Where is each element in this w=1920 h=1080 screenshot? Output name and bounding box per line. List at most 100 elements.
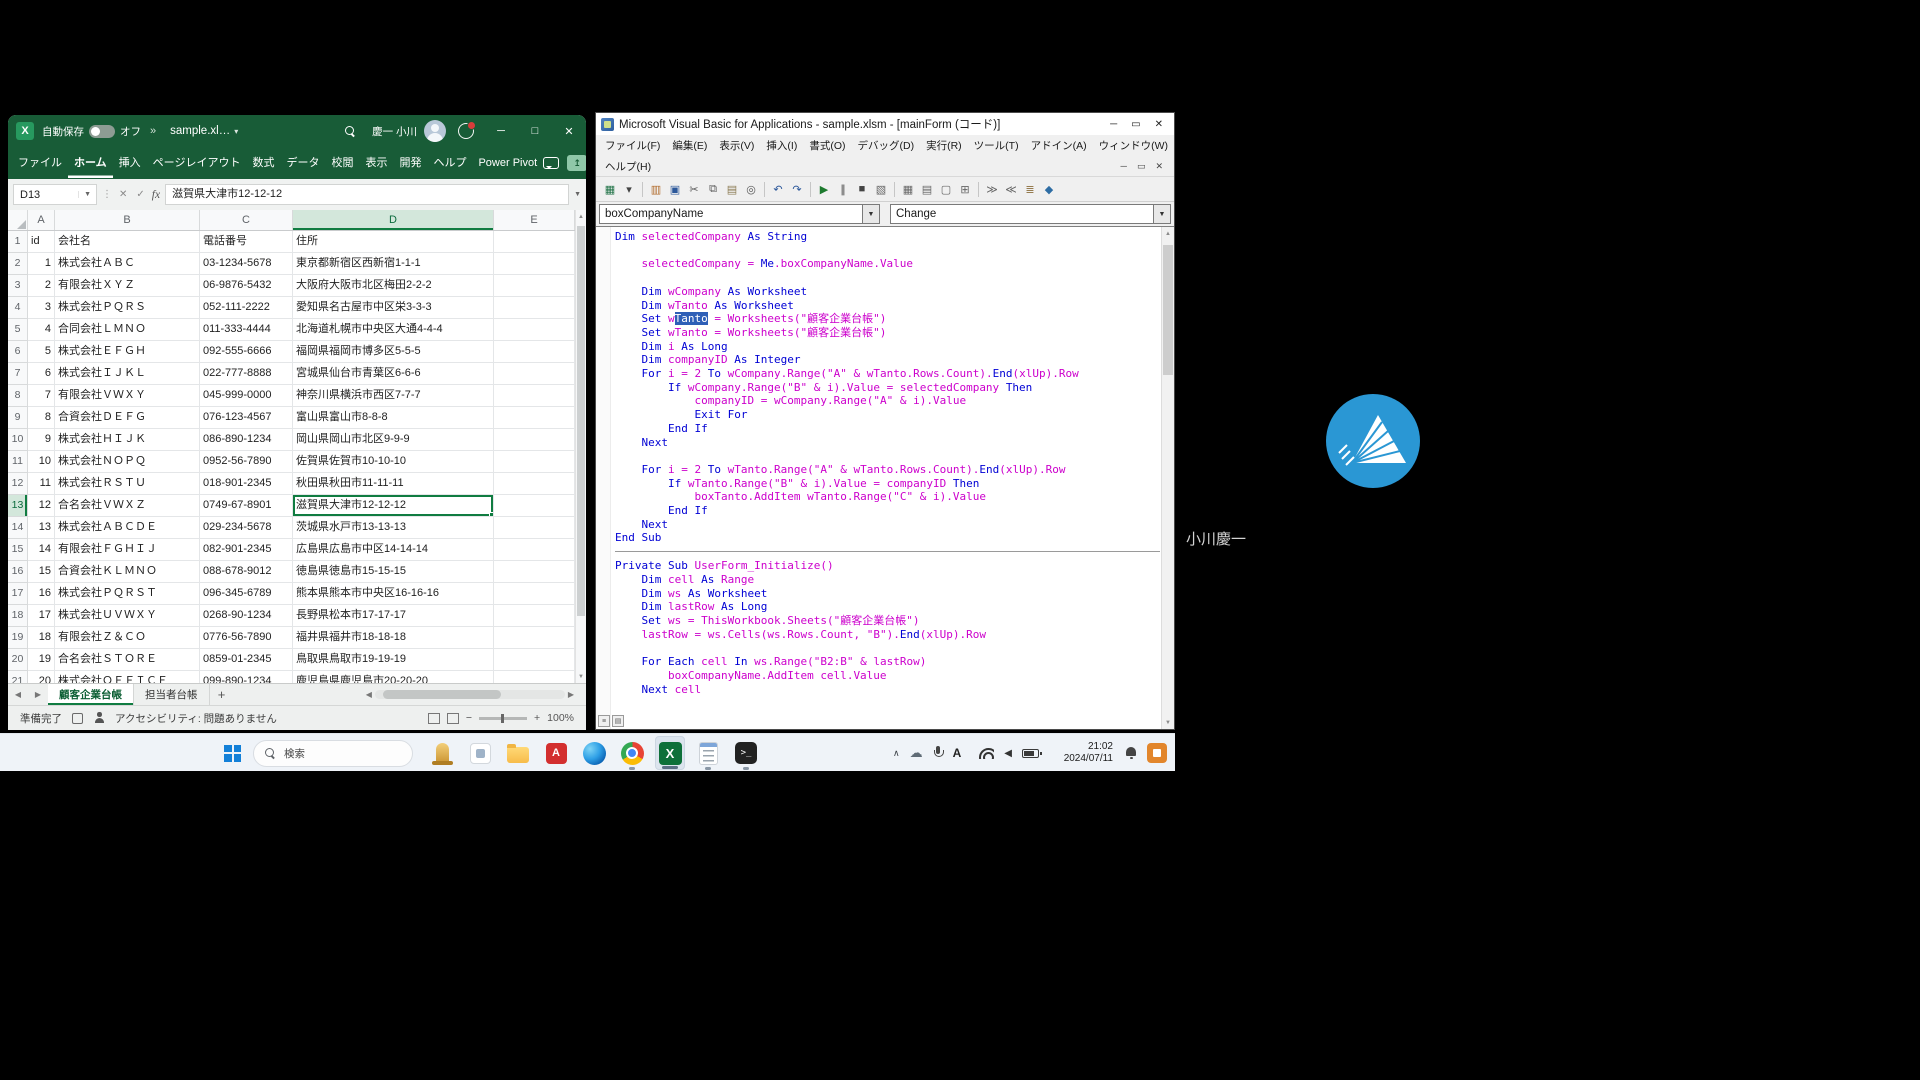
start-button[interactable] [224, 745, 241, 762]
vba-scroll-down-icon[interactable]: ▼ [1162, 716, 1174, 729]
zoom-level[interactable]: 100% [547, 712, 574, 724]
child-restore-icon[interactable]: ▭ [1137, 161, 1146, 172]
vba-maximize-button[interactable]: ▭ [1131, 119, 1140, 130]
vba-menu-item-9[interactable]: ウィンドウ(W) [1093, 138, 1174, 153]
sheet-tab-0[interactable]: 顧客企業台帳 [48, 684, 134, 705]
paste-icon[interactable]: ▤ [723, 180, 741, 198]
cell-C2[interactable]: 03-1234-5678 [200, 253, 293, 275]
edge-icon[interactable] [579, 736, 609, 770]
column-header-E[interactable]: E [494, 210, 575, 230]
cell-B15[interactable]: 有限会社ＦＧＨＩＪ [55, 539, 200, 561]
cell-A18[interactable]: 17 [28, 605, 55, 627]
cell-D13[interactable]: 滋賀県大津市12-12-12 [293, 495, 494, 517]
cell-A1[interactable]: id [28, 231, 55, 253]
row-header-14[interactable]: 14 [8, 517, 28, 539]
cell-C19[interactable]: 0776-56-7890 [200, 627, 293, 649]
cell-E1[interactable] [494, 231, 575, 253]
cell-C13[interactable]: 0749-67-8901 [200, 495, 293, 517]
ribbon-tab-8[interactable]: 開発 [393, 148, 427, 178]
cell-C10[interactable]: 086-890-1234 [200, 429, 293, 451]
break-icon[interactable]: ∥ [834, 180, 852, 198]
vba-menu-item-4[interactable]: 書式(O) [803, 138, 851, 153]
select-all-corner[interactable] [8, 210, 28, 230]
row-header-16[interactable]: 16 [8, 561, 28, 583]
cell-E2[interactable] [494, 253, 575, 275]
undo-icon[interactable]: ↶ [769, 180, 787, 198]
cell-C3[interactable]: 06-9876-5432 [200, 275, 293, 297]
cell-A8[interactable]: 7 [28, 385, 55, 407]
cell-B13[interactable]: 合名会社ＶＷＸＺ [55, 495, 200, 517]
row-header-6[interactable]: 6 [8, 341, 28, 363]
cell-D16[interactable]: 徳島県徳島市15-15-15 [293, 561, 494, 583]
cancel-icon[interactable]: ✕ [117, 189, 129, 200]
cell-E4[interactable] [494, 297, 575, 319]
zoom-knob[interactable] [501, 714, 504, 723]
cloud-icon[interactable]: ☁ [910, 745, 923, 761]
cell-B19[interactable]: 有限会社Ｚ＆ＣＯ [55, 627, 200, 649]
cell-A19[interactable]: 18 [28, 627, 55, 649]
page-layout-view-icon[interactable] [447, 713, 459, 724]
cell-A6[interactable]: 5 [28, 341, 55, 363]
vba-menu-item-5[interactable]: デバッグ(D) [852, 138, 921, 153]
cell-B20[interactable]: 合名会社ＳＴＯＲＥ [55, 649, 200, 671]
cell-D4[interactable]: 愛知県名古屋市中区栄3-3-3 [293, 297, 494, 319]
taskbar-orange-app-icon[interactable] [1147, 743, 1167, 763]
cell-A21[interactable]: 20 [28, 671, 55, 683]
vba-menu-item-2[interactable]: 表示(V) [713, 138, 760, 153]
cell-E19[interactable] [494, 627, 575, 649]
cell-B3[interactable]: 有限会社ＸＹＺ [55, 275, 200, 297]
row-header-11[interactable]: 11 [8, 451, 28, 473]
cell-D8[interactable]: 神奈川県横浜市西区7-7-7 [293, 385, 494, 407]
horizontal-scrollbar[interactable]: ◀ ▶ [366, 684, 586, 705]
cell-C1[interactable]: 電話番号 [200, 231, 293, 253]
vba-minimize-button[interactable]: ─ [1110, 119, 1117, 130]
macro-record-icon[interactable] [72, 713, 83, 724]
vba-menu-item-7[interactable]: ツール(T) [968, 138, 1025, 153]
row-header-15[interactable]: 15 [8, 539, 28, 561]
ime-icon[interactable]: A [953, 746, 962, 760]
cell-E5[interactable] [494, 319, 575, 341]
file-explorer-icon[interactable] [503, 736, 533, 770]
cell-E11[interactable] [494, 451, 575, 473]
cell-B12[interactable]: 株式会社ＲＳＴＵ [55, 473, 200, 495]
user-name[interactable]: 慶一 小川 [372, 124, 417, 139]
cell-B16[interactable]: 合資会社ＫＬＭＮＯ [55, 561, 200, 583]
cell-C20[interactable]: 0859-01-2345 [200, 649, 293, 671]
chevron-up-icon[interactable]: ∧ [893, 748, 900, 759]
cell-A17[interactable]: 16 [28, 583, 55, 605]
event-dropdown-caret-icon[interactable]: ▼ [1153, 205, 1170, 223]
copy-icon[interactable]: ⧉ [704, 180, 722, 198]
enter-icon[interactable]: ✓ [134, 189, 146, 200]
maximize-button[interactable]: □ [518, 115, 552, 147]
cell-C17[interactable]: 096-345-6789 [200, 583, 293, 605]
cell-D12[interactable]: 秋田県秋田市11-11-11 [293, 473, 494, 495]
chrome-icon[interactable] [617, 736, 647, 770]
cell-D14[interactable]: 茨城県水戸市13-13-13 [293, 517, 494, 539]
cell-D19[interactable]: 福井県福井市18-18-18 [293, 627, 494, 649]
row-header-7[interactable]: 7 [8, 363, 28, 385]
ribbon-tab-10[interactable]: Power Pivot [472, 148, 543, 178]
cell-A11[interactable]: 10 [28, 451, 55, 473]
row-header-1[interactable]: 1 [8, 231, 28, 253]
vertical-scrollbar[interactable]: ▲ ▼ [575, 210, 586, 683]
cell-A3[interactable]: 2 [28, 275, 55, 297]
hscroll-thumb[interactable] [383, 690, 501, 699]
toolbox-icon[interactable]: ⊞ [956, 180, 974, 198]
cell-E14[interactable] [494, 517, 575, 539]
cell-B1[interactable]: 会社名 [55, 231, 200, 253]
cell-B6[interactable]: 株式会社ＥＦＧＨ [55, 341, 200, 363]
battery-icon[interactable] [1022, 749, 1039, 758]
cell-E6[interactable] [494, 341, 575, 363]
cell-D21[interactable]: 鹿児島県鹿児島市20-20-20 [293, 671, 494, 683]
cell-A20[interactable]: 19 [28, 649, 55, 671]
app-statue-icon[interactable] [427, 736, 457, 770]
cell-A16[interactable]: 15 [28, 561, 55, 583]
cell-B5[interactable]: 合同会社ＬＭＮＯ [55, 319, 200, 341]
name-box-caret-icon[interactable]: ▼ [78, 191, 96, 198]
cell-B11[interactable]: 株式会社ＮＯＰＱ [55, 451, 200, 473]
object-dropdown-caret-icon[interactable]: ▼ [862, 205, 879, 223]
insert-userform-icon[interactable]: ▥ [647, 180, 665, 198]
row-header-17[interactable]: 17 [8, 583, 28, 605]
sheet-tab-1[interactable]: 担当者台帳 [134, 684, 210, 705]
cell-D1[interactable]: 住所 [293, 231, 494, 253]
